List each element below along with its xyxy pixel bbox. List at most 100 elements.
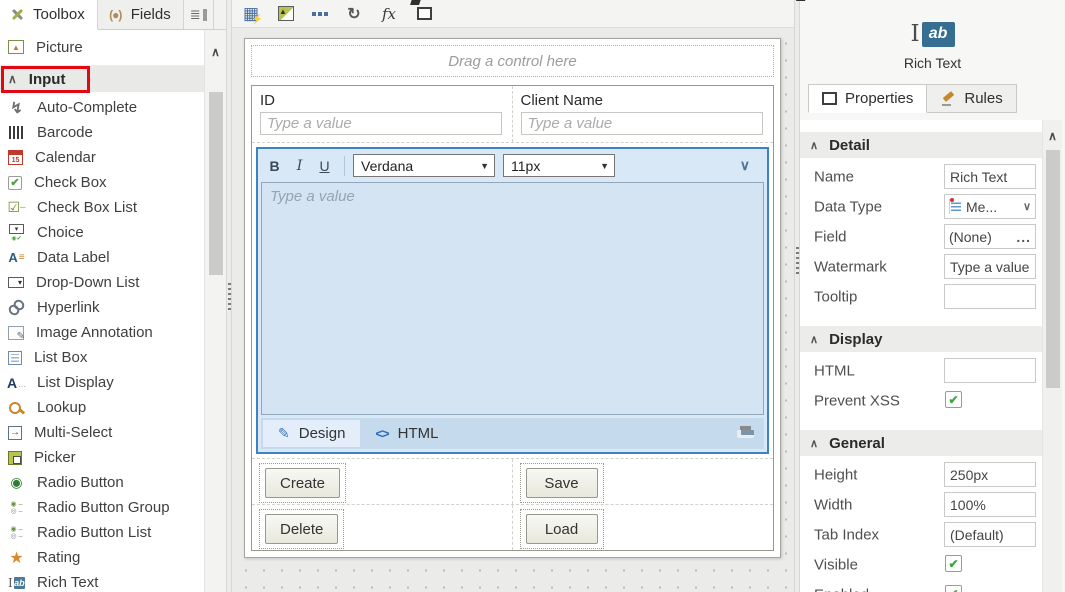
scrollbar-thumb[interactable] [208, 92, 223, 275]
enabled-checkbox[interactable] [945, 585, 962, 592]
drag-drop-zone[interactable]: Drag a control here [251, 45, 774, 77]
toolbox-scrollbar[interactable]: ∧ [204, 30, 226, 592]
section-header-detail[interactable]: ∧ Detail [800, 132, 1042, 158]
toolbox-item-barcode[interactable]: Barcode [0, 120, 204, 145]
rich-text-control[interactable]: B I U Verdana ▼ 11px ▼ ∨ Type a value ✎ … [256, 147, 769, 454]
load-button[interactable]: Load [525, 514, 598, 544]
toolbox-item-data-label[interactable]: Data Label [0, 245, 204, 270]
rich-text-icon [8, 574, 25, 591]
toolbox-item-auto-complete[interactable]: ↯ Auto-Complete [0, 95, 204, 120]
expression-icon[interactable]: fx [379, 4, 399, 24]
width-input[interactable] [944, 492, 1036, 517]
properties-scrollbar[interactable]: ∧ [1042, 120, 1062, 592]
html-input[interactable] [944, 358, 1036, 383]
print-icon[interactable] [737, 426, 754, 441]
toolbox-item-lookup[interactable]: Lookup [0, 395, 204, 420]
toolbox-item-drop-down-list[interactable]: Drop-Down List [0, 270, 204, 295]
visible-checkbox[interactable] [945, 555, 962, 572]
selection-outline: Save [519, 463, 604, 503]
property-row-tab-index: Tab Index [800, 520, 1042, 550]
property-row-prevent-xss: Prevent XSS [800, 386, 1042, 416]
client-name-input[interactable] [520, 112, 763, 135]
font-size-select[interactable]: 11px ▼ [503, 154, 615, 177]
toolbox-item-radio-button-list[interactable]: Radio Button List [0, 520, 204, 545]
italic-button[interactable]: I [288, 155, 311, 177]
ellipsis-button[interactable]: ... [1016, 229, 1031, 245]
property-row-height: Height [800, 460, 1042, 490]
section-header-general[interactable]: ∧ General [800, 430, 1042, 456]
toolbox-item-choice[interactable]: Choice [0, 220, 204, 245]
more-options-icon[interactable] [311, 4, 329, 24]
toolbox-item-check-box[interactable]: Check Box [0, 170, 204, 195]
design-canvas[interactable]: Drag a control here ID Client Name [232, 28, 794, 592]
id-input[interactable] [260, 112, 502, 135]
toolbox-item-check-box-list[interactable]: Check Box List [0, 195, 204, 220]
save-button[interactable]: Save [525, 468, 598, 498]
font-family-select[interactable]: Verdana ▼ [353, 154, 495, 177]
regenerate-icon[interactable] [344, 4, 364, 24]
check-box-icon [8, 175, 22, 190]
tab-html[interactable]: HTML [360, 420, 453, 447]
underline-button[interactable]: U [313, 155, 336, 177]
layout-table-icon[interactable] [241, 4, 263, 25]
field-cell-id[interactable]: ID [252, 86, 513, 142]
chevron-up-icon: ∧ [8, 72, 17, 86]
scroll-up-icon[interactable]: ∧ [205, 40, 226, 64]
ibeam-cursor-icon: I [910, 21, 920, 47]
tools-icon [9, 6, 26, 23]
field-picker[interactable]: (None) ... [944, 224, 1036, 249]
selected-control-header: I ab Rich Text [800, 0, 1065, 71]
toolbox-item-multi-select[interactable]: Multi-Select [0, 420, 204, 445]
chevron-up-icon: ∧ [810, 333, 819, 346]
input-section-header[interactable]: ∧ Input [0, 66, 204, 92]
properties-panel: I ab Rich Text Properties Rules ∧ Detail… [800, 0, 1065, 592]
property-row-html: HTML [800, 356, 1042, 386]
bold-button[interactable]: B [263, 155, 286, 177]
tag-icon[interactable] [416, 7, 432, 20]
expand-toolbar-icon[interactable]: ∨ [740, 157, 750, 174]
toolbox-item-list-display[interactable]: List Display [0, 370, 204, 395]
picture-icon [8, 40, 24, 54]
toolbox-item-rich-text[interactable]: Rich Text [0, 570, 204, 592]
rich-text-edit-area[interactable]: Type a value [261, 182, 764, 415]
delete-button[interactable]: Delete [265, 514, 339, 544]
data-type-dropdown[interactable]: Me... ∨ [944, 194, 1036, 219]
section-header-display[interactable]: ∧ Display [800, 326, 1042, 352]
collapse-panel-icon: ≣ [190, 6, 207, 23]
tab-index-input[interactable] [944, 522, 1036, 547]
toolbox-item-picture[interactable]: Picture [0, 34, 204, 60]
collapse-panel-button[interactable]: ≣ [183, 0, 214, 29]
scrollbar-thumb[interactable] [1045, 150, 1060, 388]
tab-design[interactable]: Design [263, 420, 361, 447]
name-input[interactable] [944, 164, 1036, 189]
toolbox-item-radio-button-group[interactable]: Radio Button Group [0, 495, 204, 520]
tooltip-input[interactable] [944, 284, 1036, 309]
check-box-list-icon [8, 199, 25, 216]
hyperlink-icon [4, 295, 28, 319]
tab-fields[interactable]: (●) Fields [97, 0, 184, 29]
tab-properties[interactable]: Properties [808, 84, 928, 113]
height-input[interactable] [944, 462, 1036, 487]
prevent-xss-checkbox[interactable] [945, 391, 962, 408]
toolbox-item-calendar[interactable]: 15 Calendar [0, 145, 204, 170]
toolbox-item-radio-button[interactable]: Radio Button [0, 470, 204, 495]
splitter-grip [796, 246, 799, 274]
create-button[interactable]: Create [265, 468, 341, 498]
theme-icon[interactable] [278, 6, 294, 21]
drag-placeholder-text: Drag a control here [448, 52, 577, 70]
watermark-input[interactable] [944, 254, 1036, 279]
tab-rules[interactable]: Rules [927, 84, 1017, 113]
tab-toolbox[interactable]: Toolbox [0, 0, 98, 30]
auto-complete-icon: ↯ [10, 99, 23, 117]
form-view: Drag a control here ID Client Name [244, 38, 781, 558]
toolbox-item-hyperlink[interactable]: Hyperlink [0, 295, 204, 320]
chevron-up-icon: ∧ [810, 139, 819, 152]
property-row-field: Field (None) ... [800, 222, 1042, 252]
scroll-up-icon[interactable]: ∧ [1043, 124, 1062, 148]
field-cell-client-name[interactable]: Client Name [513, 86, 774, 142]
toolbox-item-list-box[interactable]: List Box [0, 345, 204, 370]
toolbox-item-picker[interactable]: Picker [0, 445, 204, 470]
toolbox-item-image-annotation[interactable]: Image Annotation [0, 320, 204, 345]
toolbox-item-rating[interactable]: Rating [0, 545, 204, 570]
chevron-down-icon: ∨ [1022, 201, 1031, 213]
